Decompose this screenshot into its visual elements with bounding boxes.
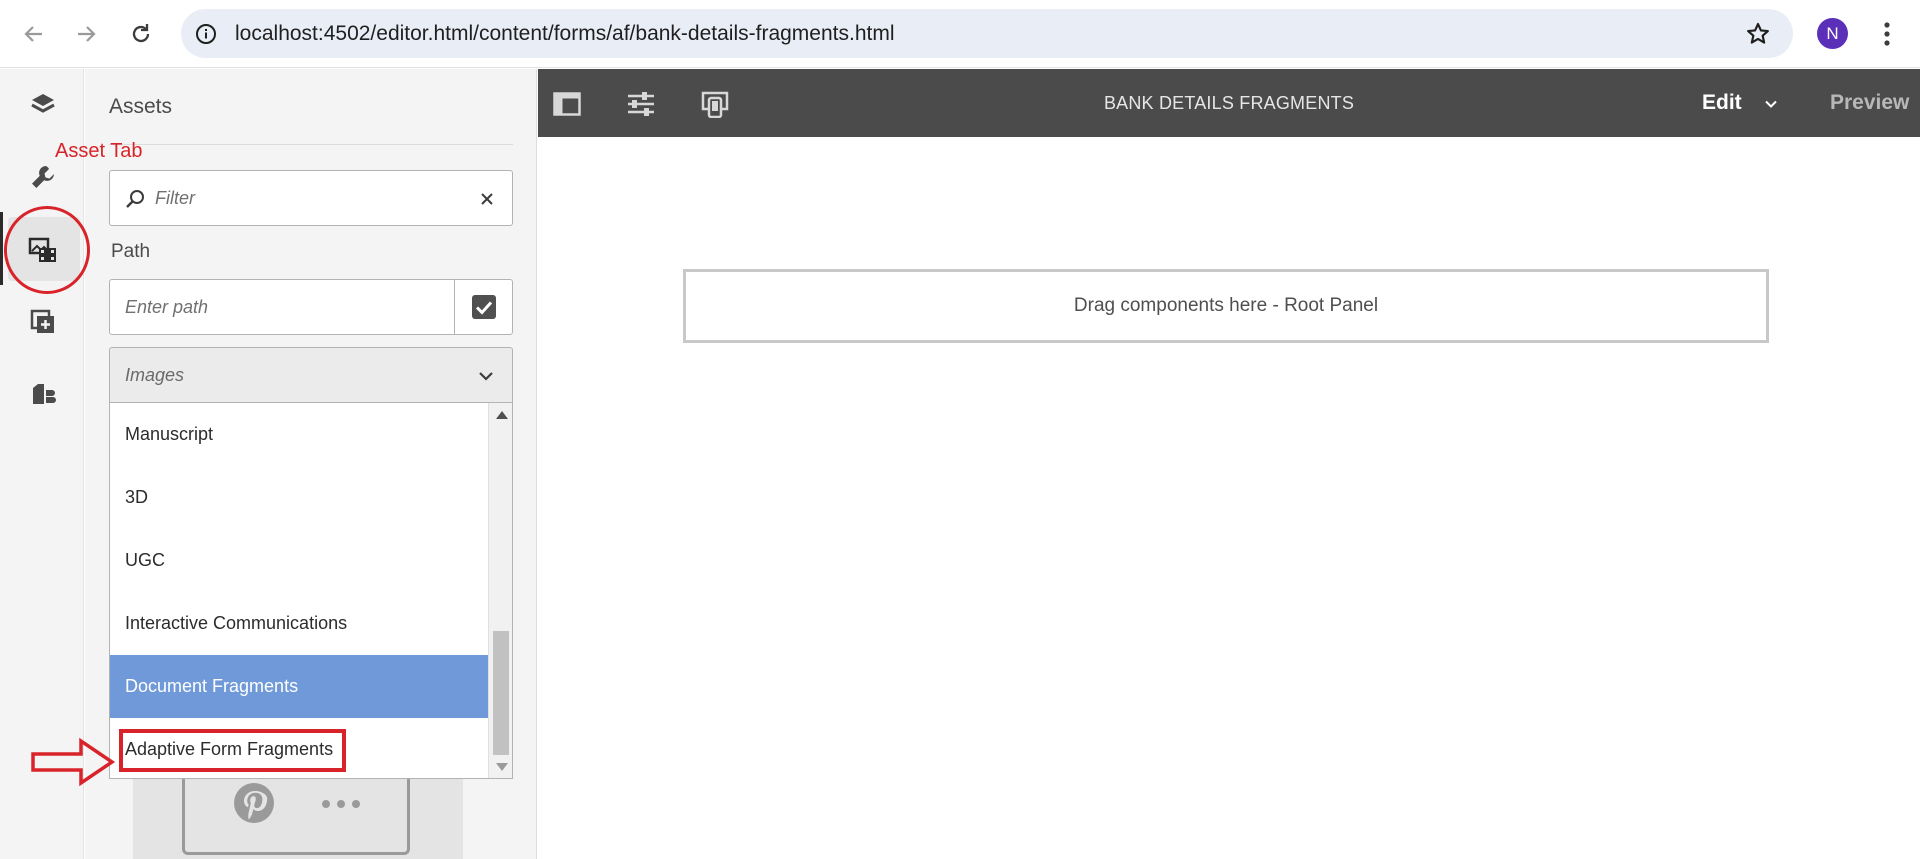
scroll-down-arrow-icon[interactable] — [496, 763, 508, 771]
root-panel-drop-zone[interactable]: Drag components here - Root Panel — [683, 269, 1769, 343]
forward-arrow-icon — [78, 26, 96, 42]
scroll-up-arrow-icon[interactable] — [496, 411, 508, 419]
rail-item-components[interactable] — [20, 299, 66, 345]
reload-button[interactable] — [121, 14, 161, 54]
pinterest-icon — [234, 783, 274, 823]
asset-type-select[interactable]: Images — [109, 347, 513, 403]
profile-avatar[interactable]: N — [1817, 18, 1848, 49]
filter-input[interactable]: Filter — [109, 170, 513, 226]
panel-divider — [109, 144, 513, 145]
forward-button[interactable] — [66, 14, 106, 54]
dropdown-scrollbar[interactable] — [488, 403, 512, 778]
option-ugc[interactable]: UGC — [110, 529, 488, 592]
rail-item-content-tree[interactable] — [20, 82, 66, 128]
data-sources-icon — [33, 384, 56, 404]
panel-title: Assets — [109, 95, 173, 118]
checkbox-checked-icon — [471, 295, 496, 319]
annotation-circle — [4, 206, 90, 294]
option-interactive-communications[interactable]: Interactive Communications — [110, 592, 488, 655]
chevron-down-icon[interactable] — [1763, 96, 1779, 112]
wrench-icon — [32, 166, 54, 188]
option-manuscript[interactable]: Manuscript — [110, 403, 488, 466]
more-options-icon[interactable] — [321, 799, 361, 809]
editor-toolbar: BANK DETAILS FRAGMENTS Edit Preview — [538, 69, 1920, 137]
browser-menu-icon[interactable] — [1870, 16, 1904, 52]
path-input[interactable]: Enter path — [109, 279, 455, 335]
layers-icon — [31, 94, 55, 113]
path-browse-button[interactable] — [454, 279, 513, 335]
chevron-down-icon — [479, 372, 493, 381]
asset-card-frame[interactable] — [182, 779, 410, 855]
editor-canvas: Drag components here - Root Panel — [538, 137, 1920, 859]
back-button[interactable] — [14, 14, 54, 54]
address-bar[interactable]: localhost:4502/editor.html/content/forms… — [181, 9, 1793, 58]
asset-type-dropdown-list: Manuscript 3D UGC Interactive Communicat… — [109, 403, 513, 779]
rail-active-indicator — [0, 212, 3, 285]
search-icon — [126, 190, 144, 208]
back-arrow-icon — [24, 26, 42, 42]
annotation-highlight-box — [119, 729, 346, 772]
preview-button[interactable]: Preview — [1830, 91, 1909, 115]
clear-filter-icon[interactable] — [476, 188, 498, 210]
bookmark-star-icon[interactable] — [1743, 19, 1773, 49]
browser-toolbar: localhost:4502/editor.html/content/forms… — [0, 0, 1920, 68]
edit-mode-button[interactable]: Edit — [1702, 91, 1742, 115]
url-text[interactable]: localhost:4502/editor.html/content/forms… — [235, 22, 895, 46]
rail-item-data-sources[interactable] — [20, 371, 66, 417]
site-info-icon[interactable] — [193, 21, 219, 47]
option-3d[interactable]: 3D — [110, 466, 488, 529]
option-document-fragments[interactable]: Document Fragments — [110, 655, 488, 718]
filter-placeholder: Filter — [155, 188, 195, 208]
path-placeholder: Enter path — [125, 297, 209, 317]
reload-icon — [132, 24, 150, 43]
asset-type-value: Images — [125, 365, 185, 385]
annotation-arrow-icon — [31, 737, 116, 787]
scrollbar-thumb[interactable] — [493, 631, 509, 755]
path-label: Path — [111, 241, 151, 262]
components-icon — [30, 309, 54, 333]
asset-tab-annotation: Asset Tab — [55, 140, 143, 162]
